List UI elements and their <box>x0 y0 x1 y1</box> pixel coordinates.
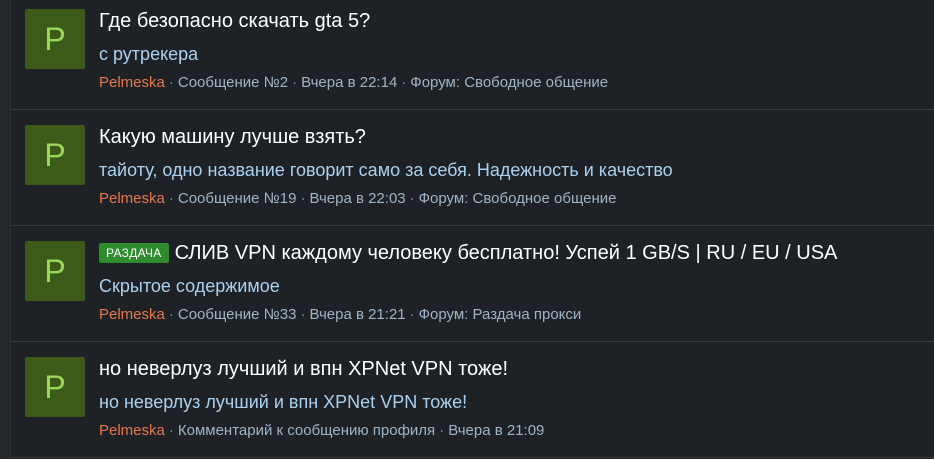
forum-link[interactable]: Форум: Свободное общение <box>419 190 617 207</box>
result-meta: Pelmeska · Сообщение №19 · Вчера в 22:03 · Фор… <box>99 190 616 208</box>
result-snippet[interactable]: но неверлуз лучший и впн XPNet VPN тоже! <box>99 391 467 413</box>
meta-separator: · <box>409 190 415 207</box>
meta-separator: · <box>300 190 306 207</box>
comment-type: Комментарий к сообщению профиля <box>177 422 436 439</box>
meta-separator: · <box>168 306 174 323</box>
post-time: Вчера в 21:21 <box>309 306 406 323</box>
result-title-link[interactable]: Где безопасно скачать gta 5? <box>99 9 370 33</box>
result-title-link[interactable]: но неверлуз лучший и впн XPNet VPN тоже! <box>99 357 508 381</box>
result-meta: Pelmeska · Комментарий к сообщению профиля… <box>99 422 544 440</box>
result-title-row: РАЗДАЧА СЛИВ VPN каждому человеку бесплат… <box>99 241 837 265</box>
result-item: P но неверлуз лучший и впн XPNet VPN тож… <box>11 342 934 458</box>
result-item: P Где безопасно скачать gta 5? с рутреке… <box>11 0 934 110</box>
result-meta: Pelmeska · Сообщение №2 · Вчера в 22:14 · Фору… <box>99 74 608 92</box>
result-snippet[interactable]: с рутрекера <box>99 43 198 65</box>
meta-separator: · <box>300 306 306 323</box>
forum-link[interactable]: Форум: Свободное общение <box>410 74 608 91</box>
result-snippet[interactable]: Скрытое содержимое <box>99 275 280 297</box>
forum-link[interactable]: Форум: Раздача прокси <box>419 306 582 323</box>
avatar[interactable]: P <box>25 125 85 185</box>
author-link[interactable]: Pelmeska <box>99 422 165 439</box>
avatar[interactable]: P <box>25 241 85 301</box>
result-item: P РАЗДАЧА СЛИВ VPN каждому человеку беспл… <box>11 226 934 342</box>
post-time: Вчера в 22:14 <box>301 74 398 91</box>
avatar[interactable]: P <box>25 357 85 417</box>
prefix-badge[interactable]: РАЗДАЧА <box>99 243 169 263</box>
avatar[interactable]: P <box>25 9 85 69</box>
result-snippet[interactable]: тайоту, одно название говорит само за се… <box>99 159 673 181</box>
meta-separator: · <box>439 422 445 439</box>
result-title-link[interactable]: Какую машину лучше взять? <box>99 125 366 149</box>
meta-separator: · <box>168 74 174 91</box>
post-time: Вчера в 21:09 <box>448 422 545 439</box>
author-link[interactable]: Pelmeska <box>99 306 165 323</box>
meta-separator: · <box>401 74 407 91</box>
result-title-link[interactable]: СЛИВ VPN каждому человеку бесплатно! Усп… <box>175 242 838 264</box>
author-link[interactable]: Pelmeska <box>99 190 165 207</box>
result-item: P Какую машину лучше взять? тайоту, одно… <box>11 110 934 226</box>
post-number: Сообщение №33 <box>177 306 297 323</box>
meta-separator: · <box>168 190 174 207</box>
result-meta: Pelmeska · Сообщение №33 · Вчера в 21:21 · Фор… <box>99 306 581 324</box>
meta-separator: · <box>409 306 415 323</box>
search-results-list: P Где безопасно скачать gta 5? с рутреке… <box>10 0 934 459</box>
author-link[interactable]: Pelmeska <box>99 74 165 91</box>
post-number: Сообщение №19 <box>177 190 297 207</box>
meta-separator: · <box>292 74 298 91</box>
post-time: Вчера в 22:03 <box>309 190 406 207</box>
meta-separator: · <box>168 422 174 439</box>
post-number: Сообщение №2 <box>177 74 289 91</box>
